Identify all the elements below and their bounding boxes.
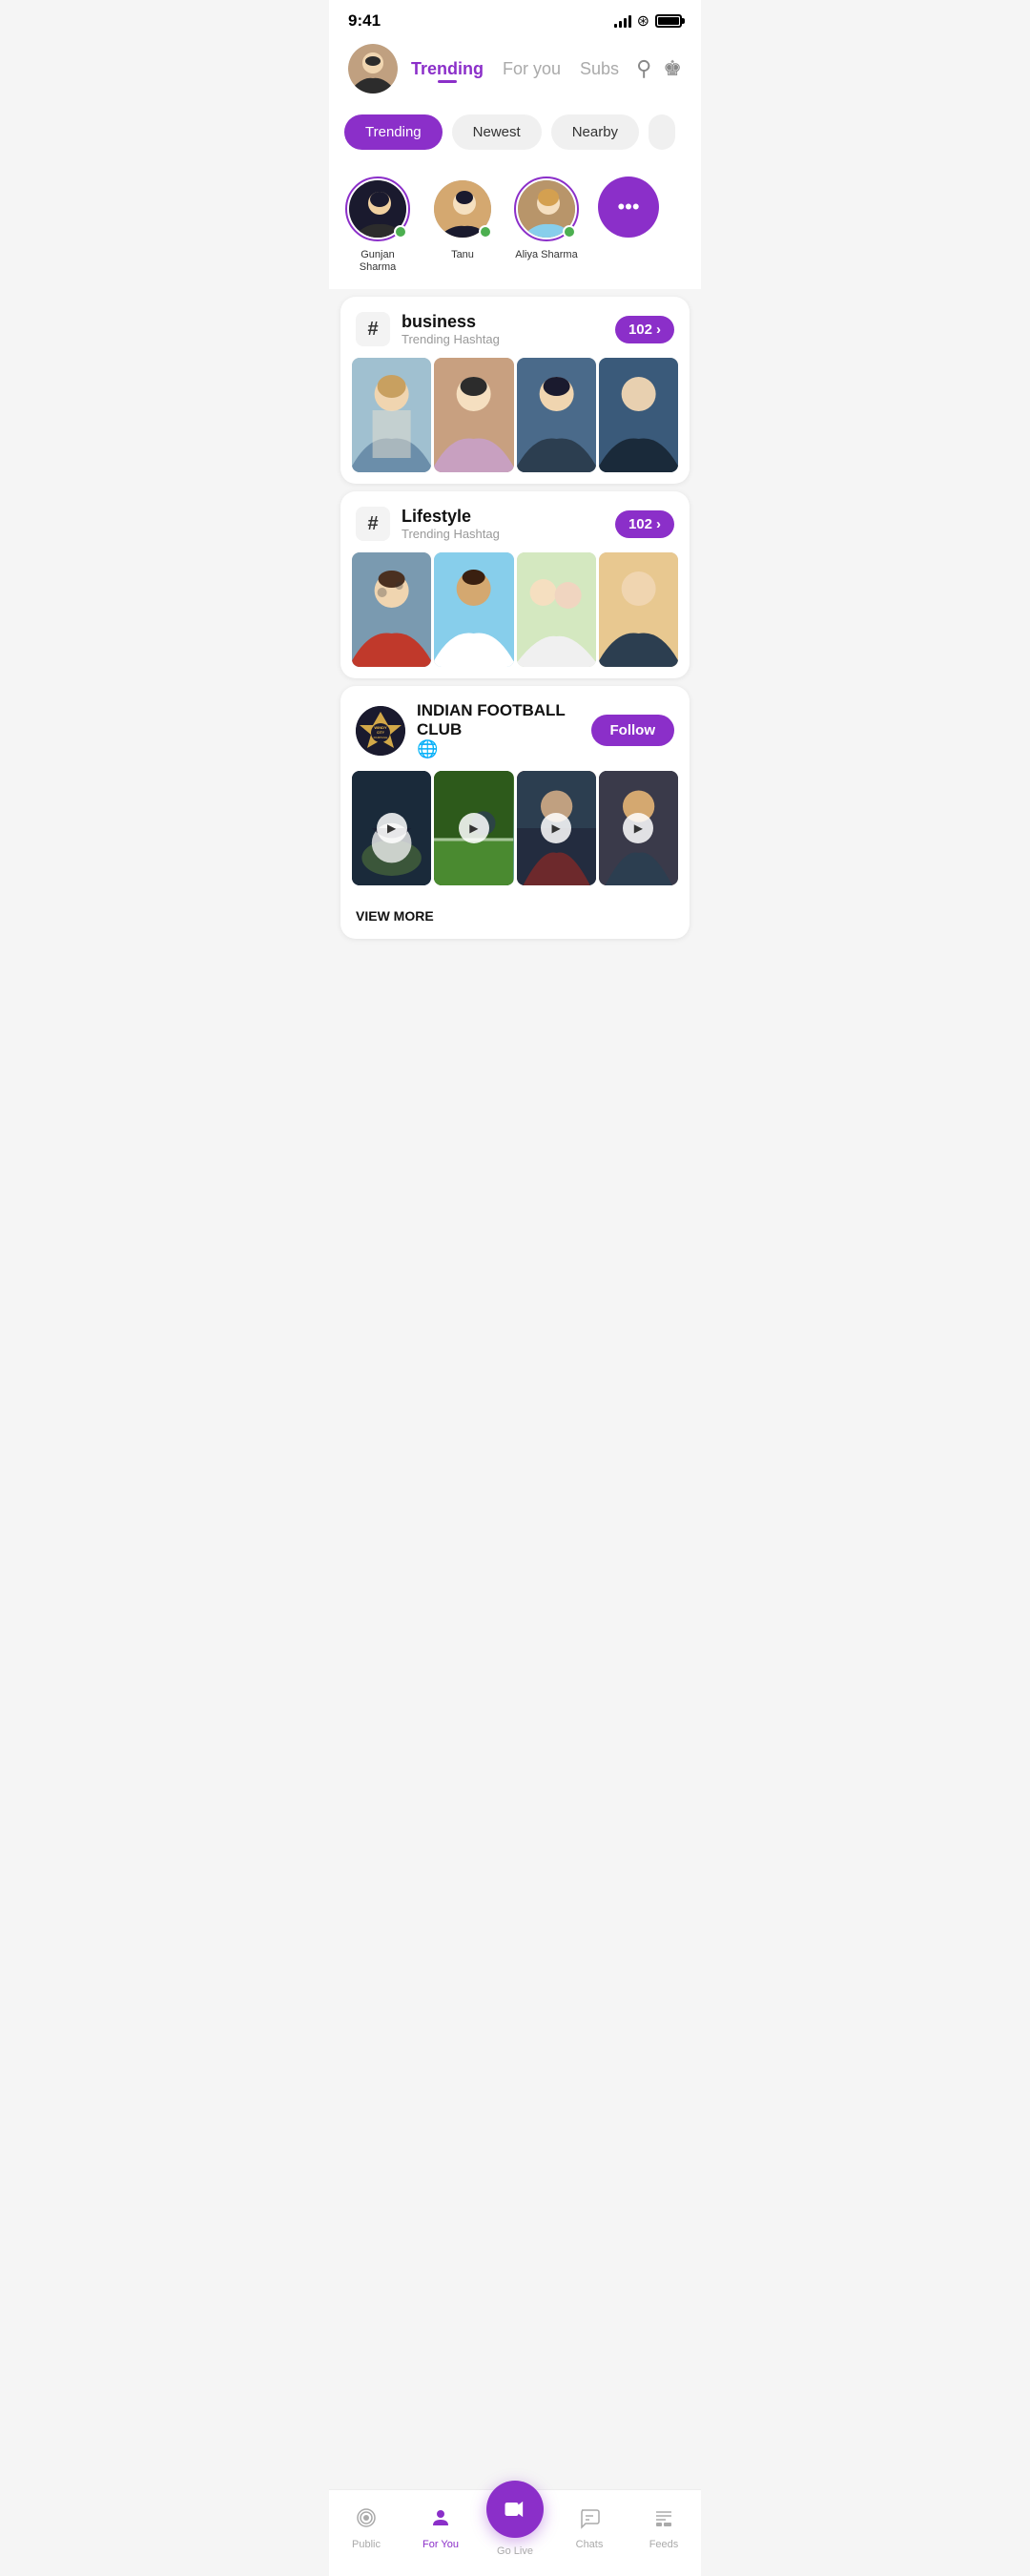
filter-nearby[interactable]: Nearby	[551, 114, 639, 150]
count-number-lifestyle: 102	[628, 516, 652, 532]
hash-icon-lifestyle: #	[356, 507, 390, 541]
go-live-button[interactable]	[486, 2481, 544, 2538]
svg-text:RAMPAGE: RAMPAGE	[374, 736, 388, 739]
hash-icon: #	[356, 312, 390, 346]
person-icon	[429, 2506, 452, 2535]
wifi-icon: ⊛	[637, 11, 649, 31]
foryou-label: For You	[422, 2539, 459, 2550]
club-logo: WINDY CITY RAMPAGE	[356, 706, 405, 756]
play-icon-3[interactable]: ▶	[541, 813, 571, 843]
signal-icon	[614, 14, 631, 28]
header-nav: Trending For you Subs	[411, 59, 623, 79]
video-thumb-3[interactable]: ▶	[517, 771, 596, 885]
header-actions: ⚲ ♚	[636, 56, 682, 81]
chats-label: Chats	[576, 2539, 604, 2550]
video-thumb-4[interactable]: ▶	[599, 771, 678, 885]
battery-icon	[655, 14, 682, 28]
play-icon-4[interactable]: ▶	[623, 813, 653, 843]
radio-icon	[355, 2506, 378, 2535]
online-dot	[479, 225, 492, 239]
nav-trending[interactable]: Trending	[411, 59, 484, 79]
stories-row: Gunjan Sharma Tanu	[329, 165, 701, 289]
story-avatar-gunjan	[345, 177, 410, 241]
online-dot	[394, 225, 407, 239]
more-stories-button[interactable]: •••	[598, 177, 659, 238]
count-badge[interactable]: 102 ›	[615, 316, 674, 343]
hashtag-name-lifestyle: Lifestyle	[402, 507, 604, 527]
status-icons: ⊛	[614, 11, 682, 31]
business-image-grid	[340, 358, 690, 484]
grid-image-4[interactable]	[599, 358, 678, 472]
crown-icon[interactable]: ♚	[663, 56, 682, 81]
play-icon-2[interactable]: ▶	[459, 813, 489, 843]
hashtag-info-lifestyle: Lifestyle Trending Hashtag	[402, 507, 604, 541]
hashtag-info: business Trending Hashtag	[402, 312, 604, 346]
story-avatar-tanu	[430, 177, 495, 241]
story-more[interactable]: •••	[598, 177, 659, 274]
feeds-label: Feeds	[649, 2539, 679, 2550]
nav-subs[interactable]: Subs	[580, 59, 619, 79]
video-thumb-1[interactable]: ▶	[352, 771, 431, 885]
chat-icon	[578, 2506, 601, 2535]
public-label: Public	[352, 2539, 381, 2550]
count-number: 102	[628, 322, 652, 338]
golive-label: Go Live	[497, 2545, 533, 2557]
story-name: Gunjan Sharma	[344, 249, 411, 274]
nav-tab-chats[interactable]: Chats	[552, 2506, 627, 2550]
hashtag-sub-lifestyle: Trending Hashtag	[402, 527, 604, 541]
story-item[interactable]: Gunjan Sharma	[344, 177, 411, 274]
business-hashtag-card: # business Trending Hashtag 102 ›	[340, 297, 690, 484]
lifestyle-grid-image-4[interactable]	[599, 552, 678, 667]
grid-image-1[interactable]	[352, 358, 431, 472]
lifestyle-grid-image-2[interactable]	[434, 552, 513, 667]
online-dot	[563, 225, 576, 239]
club-header: WINDY CITY RAMPAGE INDIAN FOOTBALL CLUB …	[340, 686, 690, 771]
hashtag-header-lifestyle: # Lifestyle Trending Hashtag 102 ›	[340, 491, 690, 552]
grid-image-3[interactable]	[517, 358, 596, 472]
nav-tab-golive[interactable]: Go Live	[478, 2500, 552, 2557]
grid-image-2[interactable]	[434, 358, 513, 472]
lifestyle-hashtag-card: # Lifestyle Trending Hashtag 102 ›	[340, 491, 690, 678]
story-item[interactable]: Aliya Sharma	[514, 177, 579, 274]
nav-tab-foryou[interactable]: For You	[403, 2506, 478, 2550]
chevron-right-icon: ›	[656, 322, 661, 338]
lifestyle-grid-image-1[interactable]	[352, 552, 431, 667]
video-thumb-2[interactable]: ▶	[434, 771, 513, 885]
svg-text:CITY: CITY	[377, 731, 385, 735]
story-name: Aliya Sharma	[515, 249, 577, 261]
chevron-right-icon-lifestyle: ›	[656, 516, 661, 532]
user-avatar[interactable]	[348, 44, 398, 93]
filter-trending[interactable]: Trending	[344, 114, 443, 150]
filter-more[interactable]	[649, 114, 675, 150]
club-info: INDIAN FOOTBALL CLUB 🌐	[417, 701, 580, 759]
lifestyle-image-grid	[340, 552, 690, 678]
nav-foryou[interactable]: For you	[503, 59, 561, 79]
header: Trending For you Subs ⚲ ♚	[329, 36, 701, 105]
search-icon[interactable]: ⚲	[636, 56, 651, 81]
filter-newest[interactable]: Newest	[452, 114, 542, 150]
story-name: Tanu	[451, 249, 474, 261]
club-name: INDIAN FOOTBALL CLUB	[417, 701, 580, 739]
filter-tabs: Trending Newest Nearby	[329, 105, 701, 165]
football-club-card: WINDY CITY RAMPAGE INDIAN FOOTBALL CLUB …	[340, 686, 690, 939]
hashtag-sub: Trending Hashtag	[402, 332, 604, 346]
status-time: 9:41	[348, 11, 381, 31]
feeds-icon	[652, 2506, 675, 2535]
hashtag-name: business	[402, 312, 604, 332]
status-bar: 9:41 ⊛	[329, 0, 701, 36]
count-badge-lifestyle[interactable]: 102 ›	[615, 510, 674, 538]
club-video-grid: ▶ ▶ ▶ ▶	[340, 771, 690, 897]
nav-tab-feeds[interactable]: Feeds	[627, 2506, 701, 2550]
lifestyle-grid-image-3[interactable]	[517, 552, 596, 667]
nav-tab-public[interactable]: Public	[329, 2506, 403, 2550]
hashtag-header: # business Trending Hashtag 102 ›	[340, 297, 690, 358]
play-icon-1[interactable]: ▶	[377, 813, 407, 843]
globe-icon: 🌐	[417, 739, 580, 759]
follow-button[interactable]: Follow	[591, 715, 675, 746]
svg-text:WINDY: WINDY	[374, 725, 387, 730]
story-item[interactable]: Tanu	[430, 177, 495, 274]
view-more-button[interactable]: VIEW MORE	[340, 897, 690, 939]
bottom-nav: Public For You Go Live Chats	[329, 2489, 701, 2576]
story-avatar-aliya	[514, 177, 579, 241]
